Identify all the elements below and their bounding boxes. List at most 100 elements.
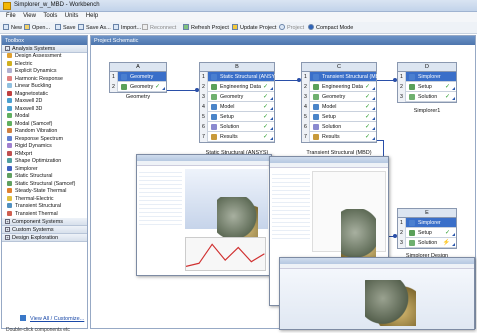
toolbox-item[interactable]: Explicit Dynamics xyxy=(2,68,87,76)
system-cell[interactable]: 3 Solution ⚡ xyxy=(398,238,456,248)
analysis-system-icon xyxy=(7,210,12,216)
menu-help[interactable]: Help xyxy=(86,13,98,19)
system-cell[interactable]: 2 Engineering Data ✓ xyxy=(200,82,274,92)
toolbox-item[interactable]: Rigid Dynamics xyxy=(2,143,87,151)
system-title-cell[interactable]: 1 Simplorer xyxy=(398,72,456,82)
save-button[interactable]: Save xyxy=(55,24,76,32)
open-button[interactable]: Open... xyxy=(24,24,50,32)
title-bar: Simplorer_w_MBD - Workbench xyxy=(0,0,477,12)
toolbox-item[interactable]: Thermal-Electric xyxy=(2,195,87,204)
project-schematic-panel: Project Schematic A 1 Geometry 2 Geometry ✓ Ge… xyxy=(90,35,476,330)
analysis-system-icon xyxy=(7,188,12,193)
system-cell[interactable]: 2 Engineering Data ✓ xyxy=(302,82,376,92)
toolbox-item[interactable]: Static Structural (Samcef) xyxy=(2,180,87,189)
system-cell[interactable]: 2 Setup ✓ xyxy=(398,82,456,92)
toolbox-item[interactable]: Magnetostatic xyxy=(2,90,87,99)
system-a[interactable]: A 1 Geometry 2 Geometry ✓ xyxy=(109,62,167,93)
system-cell[interactable]: 7 Results ✓ xyxy=(302,132,376,142)
system-cell[interactable]: 6 Solution ✓ xyxy=(302,122,376,132)
system-cell[interactable]: 6 Solution ✓ xyxy=(200,122,274,132)
system-column-letter: A xyxy=(110,63,166,72)
import-button[interactable]: Import... xyxy=(113,24,141,32)
cell-icon xyxy=(211,124,217,130)
system-caption[interactable]: Geometry xyxy=(109,94,167,100)
import-icon xyxy=(113,24,119,30)
update-project-button[interactable]: Update Project xyxy=(232,24,276,32)
system-cell[interactable]: 4 Model ✓ xyxy=(200,102,274,112)
row-number: 2 xyxy=(110,82,118,92)
custom-systems-group[interactable]: + Custom Systems xyxy=(2,226,87,234)
check-icon: ✓ xyxy=(154,84,160,90)
system-title-cell[interactable]: 1 Simplorer xyxy=(398,218,456,228)
cell-icon xyxy=(211,94,217,100)
system-cell[interactable]: 3 Geometry ✓ xyxy=(200,92,274,102)
toolbox-item[interactable]: Maxwell 3D xyxy=(2,105,87,114)
cell-icon xyxy=(121,74,127,80)
system-cell[interactable]: 3 Solution ✓ xyxy=(398,92,456,102)
new-button[interactable]: New xyxy=(3,24,22,32)
toolbox-item[interactable]: Transient Thermal xyxy=(2,210,87,219)
analysis-system-icon xyxy=(7,60,12,66)
toolbox-item[interactable]: Steady-State Thermal xyxy=(2,188,87,196)
system-title-cell[interactable]: 1 Transient Structural (MBD) xyxy=(302,72,385,82)
system-cell[interactable]: 7 Results ✓ xyxy=(200,132,274,142)
filter-icon xyxy=(20,315,26,321)
window-title: Simplorer_w_MBD - Workbench xyxy=(14,2,100,8)
menu-view[interactable]: View xyxy=(23,13,36,19)
menu-units[interactable]: Units xyxy=(65,13,79,19)
design-exploration-group[interactable]: + Design Exploration xyxy=(2,234,87,242)
toolbox-item[interactable]: RMxprt xyxy=(2,150,87,159)
toolbox-item[interactable]: Transient Structural xyxy=(2,203,87,211)
result-graph xyxy=(185,237,266,271)
menu-tools[interactable]: Tools xyxy=(43,13,57,19)
system-cell[interactable]: 4 Model ✓ xyxy=(302,102,376,112)
toolbox-item[interactable]: Simplorer xyxy=(2,165,87,174)
outline-tree xyxy=(139,169,182,227)
system-cell[interactable]: 2 Geometry ✓ xyxy=(110,82,166,92)
toolbox-item[interactable]: Shape Optimization xyxy=(2,158,87,166)
system-caption[interactable]: Simplorer1 xyxy=(397,108,457,114)
component-systems-group[interactable]: + Component Systems xyxy=(2,218,87,226)
connector-handle xyxy=(372,97,375,100)
status-hint: Double-click components etc xyxy=(6,327,70,333)
cell-icon xyxy=(313,114,319,120)
analysis-system-icon xyxy=(7,53,12,58)
system-cell[interactable]: 3 Geometry ✓ xyxy=(302,92,376,102)
project-button[interactable]: Project xyxy=(279,24,304,32)
toolbox-item[interactable]: Modal xyxy=(2,113,87,121)
menu-file[interactable]: File xyxy=(6,13,16,19)
system-c[interactable]: C 1 Transient Structural (MBD) 2 Engineering… xyxy=(301,62,385,143)
system-b[interactable]: B 1 Static Structural (ANSYS) 2 Engineering … xyxy=(199,62,280,143)
toolbox-item[interactable]: Electric xyxy=(2,60,87,69)
system-title-cell[interactable]: 1 Geometry xyxy=(110,72,166,82)
system-e[interactable]: E 1 Simplorer 2 Setup ✓ 3 Solution ⚡ xyxy=(397,208,457,249)
row-number: 1 xyxy=(200,72,208,82)
connector-handle xyxy=(452,243,455,246)
link-end-e xyxy=(393,234,397,238)
new-icon xyxy=(3,24,9,30)
reconnect-button[interactable]: Reconnect xyxy=(142,24,176,32)
view-all-customize-link[interactable]: View All / Customize... xyxy=(20,315,84,322)
toolbox-item[interactable]: Linear Buckling xyxy=(2,83,87,91)
analysis-systems-group[interactable]: - Analysis Systems xyxy=(2,45,87,53)
save-as-button[interactable]: Save As... xyxy=(78,24,111,32)
refresh-project-button[interactable]: Refresh Project xyxy=(183,24,229,32)
toolbox-item[interactable]: Harmonic Response xyxy=(2,75,87,84)
row-number: 1 xyxy=(302,72,310,82)
system-d[interactable]: D 1 Simplorer 2 Setup ✓ 3 Solution ✓ xyxy=(397,62,457,103)
system-cell[interactable]: 5 Setup ✓ xyxy=(200,112,274,122)
row-number: 1 xyxy=(398,218,406,228)
preview-toolbar xyxy=(137,161,271,166)
system-cell[interactable]: 5 Setup ✓ xyxy=(302,112,376,122)
toolbox-item[interactable]: Design Assessment xyxy=(2,53,87,61)
system-title-cell[interactable]: 1 Static Structural (ANSYS) xyxy=(200,72,280,82)
compact-mode-button[interactable]: Compact Mode xyxy=(308,24,353,32)
row-number: 4 xyxy=(302,102,310,112)
toolbox-item[interactable]: Modal (Samcef) xyxy=(2,120,87,129)
check-icon: ✓ xyxy=(262,94,268,100)
toolbox-item[interactable]: Static Structural xyxy=(2,173,87,181)
toolbox-item[interactable]: Maxwell 2D xyxy=(2,98,87,106)
toolbox-item[interactable]: Random Vibration xyxy=(2,128,87,136)
toolbox-item[interactable]: Response Spectrum xyxy=(2,135,87,144)
system-cell[interactable]: 2 Setup ✓ xyxy=(398,228,456,238)
